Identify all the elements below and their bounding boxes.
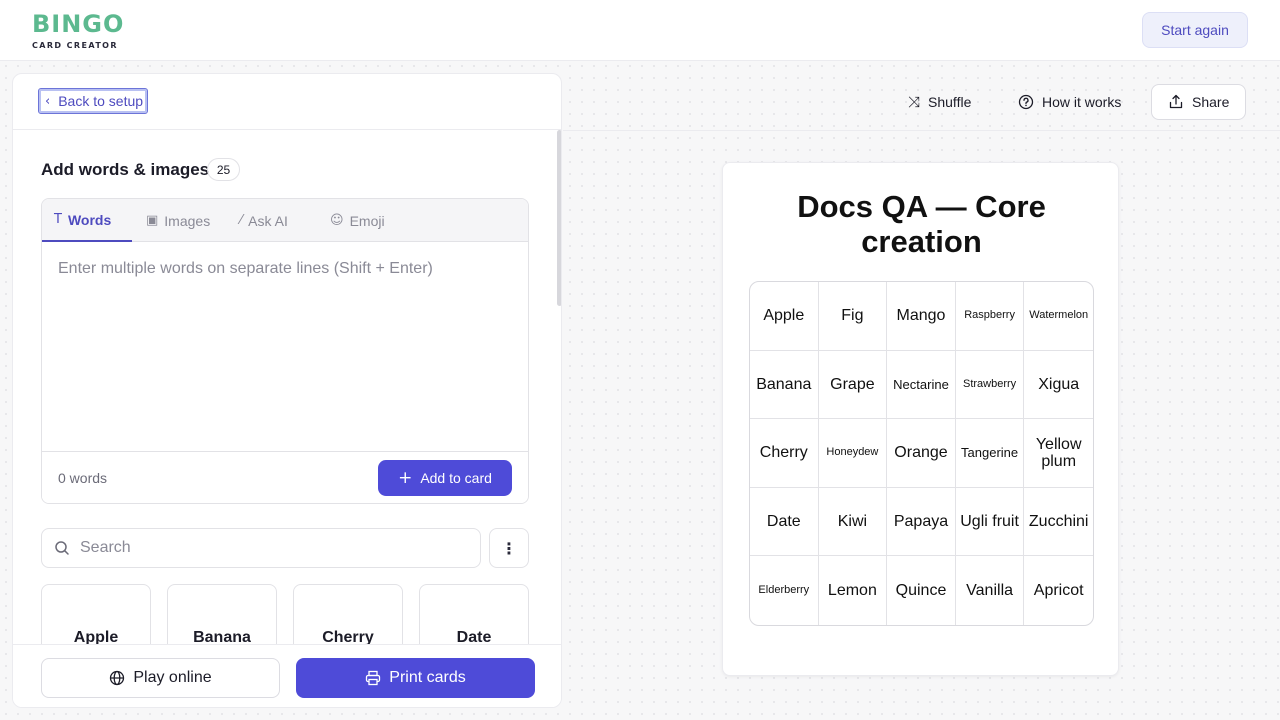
editor-tabs: T Words ▣ Images ⁄ Ask AI ☺ Emoji xyxy=(42,199,528,242)
word-editor: T Words ▣ Images ⁄ Ask AI ☺ Emoji Enter … xyxy=(41,198,529,504)
bingo-cell[interactable]: Honeydew xyxy=(818,419,888,488)
bingo-cell[interactable]: Grape xyxy=(818,350,888,420)
bingo-cell[interactable]: Fig xyxy=(818,282,888,351)
words-counter: 0 words xyxy=(58,470,108,486)
bingo-cell[interactable]: Watermelon xyxy=(1024,282,1093,351)
magic-wand-icon: ⁄ xyxy=(240,213,243,228)
smiley-icon: ☺ xyxy=(330,213,344,228)
bingo-cell[interactable]: Mango xyxy=(887,282,956,351)
play-label: Play online xyxy=(133,669,212,686)
word-count-badge: 25 xyxy=(207,158,240,181)
bingo-cell[interactable]: Yellow plum xyxy=(1024,419,1093,488)
bingo-cell[interactable]: Lemon xyxy=(819,556,888,625)
print-cards-button[interactable]: Print cards xyxy=(296,658,535,698)
bingo-card-preview: Docs QA — Core creation Apple Fig Mango … xyxy=(722,162,1119,676)
shuffle-button[interactable]: ⤨ Shuffle xyxy=(896,84,983,120)
shuffle-icon: ⤨ xyxy=(908,93,921,111)
printer-icon xyxy=(366,670,381,686)
add-to-card-button[interactable]: + Add to card xyxy=(378,460,512,496)
play-online-button[interactable]: Play online xyxy=(41,658,280,698)
bingo-cell[interactable]: Apricot xyxy=(1024,556,1093,625)
editor-panel: ‹ Back to setup Add words & images 25 T … xyxy=(12,73,562,708)
start-again-button[interactable]: Start again xyxy=(1142,12,1248,48)
bingo-cell[interactable]: Zucchini xyxy=(1024,488,1093,557)
bingo-cell[interactable]: Orange xyxy=(887,419,956,488)
words-textarea[interactable]: Enter multiple words on separate lines (… xyxy=(42,242,528,451)
tab-label: Words xyxy=(67,211,112,228)
panel-header: ‹ Back to setup xyxy=(13,74,561,130)
bingo-cell[interactable]: Xigua xyxy=(1024,351,1093,420)
tab-label: Ask AI xyxy=(248,212,288,229)
search-placeholder: Search xyxy=(80,539,131,556)
bingo-grid: Apple Fig Mango Raspberry Watermelon Ban… xyxy=(749,281,1094,626)
tab-images[interactable]: ▣ Images xyxy=(134,199,222,242)
bingo-cell[interactable]: Ugli fruit xyxy=(955,487,1025,557)
shuffle-label: Shuffle xyxy=(928,94,972,110)
logo-subtitle: CARD CREATOR xyxy=(32,41,118,50)
back-label: Back to setup xyxy=(58,93,144,109)
card-title: Docs QA — Core creation xyxy=(797,189,1046,259)
share-label: Share xyxy=(1192,94,1230,110)
share-icon xyxy=(1169,94,1183,109)
more-options-button[interactable]: ⋮ xyxy=(489,528,529,568)
help-circle-icon xyxy=(1018,94,1034,110)
how-it-works-button[interactable]: How it works xyxy=(1006,84,1133,120)
bingo-cell[interactable]: Banana xyxy=(750,350,819,420)
logo-word: BINGO xyxy=(32,10,125,38)
bingo-cell[interactable]: Tangerine xyxy=(955,419,1025,488)
more-vertical-icon: ⋮ xyxy=(501,538,517,558)
bingo-cell[interactable]: Vanilla xyxy=(956,556,1025,625)
tab-ask-ai[interactable]: ⁄ Ask AI xyxy=(228,199,300,242)
print-label: Print cards xyxy=(389,669,466,686)
editor-footer: 0 words + Add to card xyxy=(42,451,528,503)
bingo-cell[interactable]: Kiwi xyxy=(818,487,888,557)
text-icon: T xyxy=(54,212,62,227)
back-to-setup-link[interactable]: ‹ Back to setup xyxy=(37,88,149,114)
bingo-cell[interactable]: Apple xyxy=(750,282,819,351)
tab-words[interactable]: T Words xyxy=(42,199,132,242)
preview-toolbar: ⤨ Shuffle How it works Share xyxy=(563,73,1280,131)
search-icon xyxy=(55,541,69,555)
bingo-cell[interactable]: Quince xyxy=(887,556,956,625)
share-button[interactable]: Share xyxy=(1151,84,1247,120)
bingo-cell[interactable]: Nectarine xyxy=(887,350,956,420)
bingo-cell[interactable]: Strawberry xyxy=(955,350,1025,420)
search-input[interactable]: Search xyxy=(41,528,481,568)
tab-emoji[interactable]: ☺ Emoji xyxy=(318,199,397,242)
plus-icon: + xyxy=(398,468,413,488)
bingo-cell[interactable]: Date xyxy=(750,487,819,557)
bingo-cell[interactable]: Elderberry xyxy=(750,556,819,625)
logo[interactable]: BINGO CARD CREATOR xyxy=(32,9,125,55)
chevron-left-icon: ‹ xyxy=(45,93,51,109)
bingo-cell[interactable]: Raspberry xyxy=(955,282,1025,351)
globe-icon xyxy=(110,670,125,686)
tab-label: Images xyxy=(164,212,211,229)
how-it-works-label: How it works xyxy=(1042,94,1122,110)
bingo-cell[interactable]: Cherry xyxy=(750,419,819,488)
scrollbar-thumb[interactable] xyxy=(557,130,561,306)
bingo-cell[interactable]: Papaya xyxy=(887,487,956,557)
tab-label: Emoji xyxy=(349,212,385,229)
image-icon: ▣ xyxy=(146,213,159,228)
add-label: Add to card xyxy=(420,470,492,486)
panel-footer: Play online Print cards xyxy=(13,644,561,707)
section-title: Add words & images xyxy=(41,160,210,179)
top-bar: BINGO CARD CREATOR Start again xyxy=(0,0,1280,61)
